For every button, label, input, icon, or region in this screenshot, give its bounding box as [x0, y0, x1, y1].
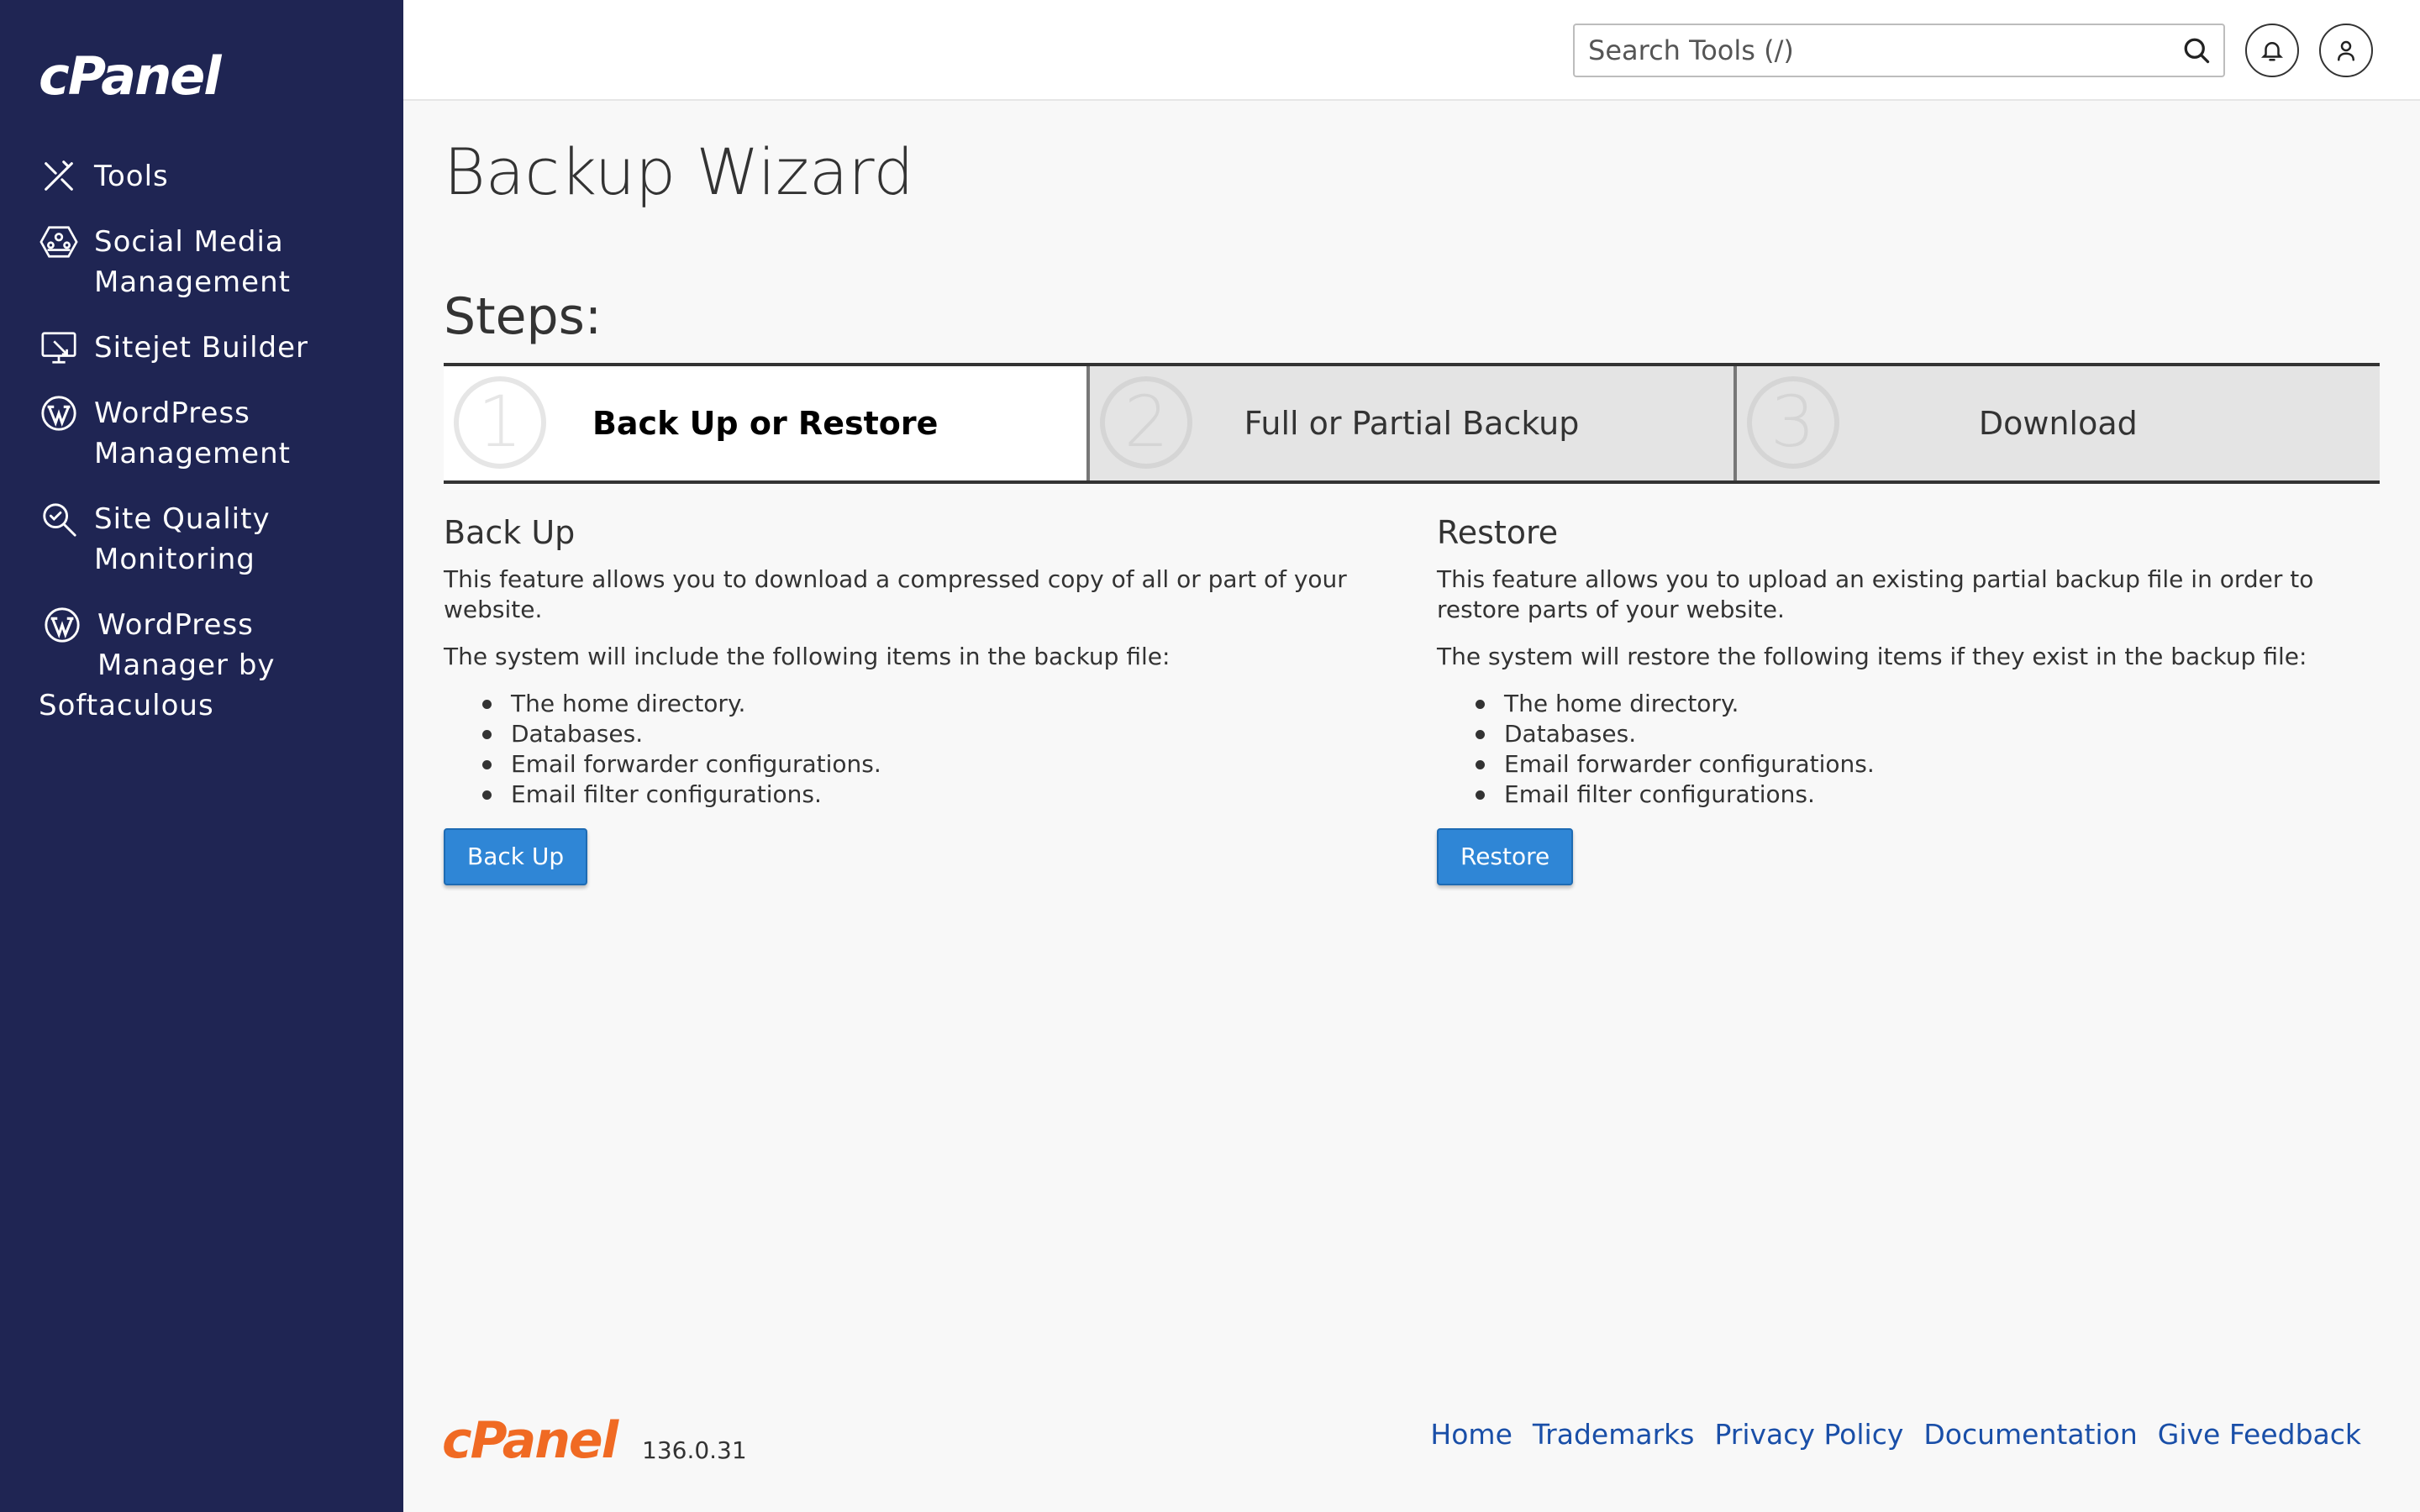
top-header	[403, 0, 2420, 101]
list-item: Email filter configurations.	[482, 780, 1418, 810]
backup-heading: Back Up	[444, 514, 576, 551]
wordpress-icon	[42, 605, 82, 645]
restore-description: This feature allows you to upload an exi…	[1437, 565, 2314, 623]
sidebar-item-label-line2: Management	[94, 265, 291, 299]
version-number: 136.0.31	[642, 1436, 747, 1464]
search-input[interactable]	[1575, 25, 2163, 76]
sidebar-item-label-line2: Management	[94, 437, 291, 470]
list-item: Email forwarder configurations.	[482, 749, 1418, 780]
footer-cpanel-logo[interactable]: cPanel	[442, 1411, 618, 1470]
user-icon	[2333, 38, 2359, 63]
social-media-icon	[39, 222, 79, 262]
sidebar-item-wordpress-management[interactable]: WordPress Management	[0, 393, 403, 474]
steps-heading: Steps:	[444, 287, 602, 346]
tools-icon	[39, 156, 79, 197]
step-label: Full or Partial Backup	[1244, 405, 1580, 442]
footer-link-home[interactable]: Home	[1430, 1418, 1512, 1451]
sidebar-item-wordpress-manager-softaculous[interactable]: WordPress Manager by Softaculous	[0, 605, 403, 726]
restore-list-intro: The system will restore the following it…	[1437, 643, 2307, 670]
footer-link-trademarks[interactable]: Trademarks	[1533, 1418, 1695, 1451]
site-quality-icon	[39, 499, 79, 539]
list-item: Databases.	[1476, 719, 2378, 749]
sidebar-item-label: Site Quality	[94, 502, 271, 536]
list-item: The home directory.	[1476, 689, 2378, 719]
sidebar: cPanel Tools Social Media Management Sit…	[0, 0, 403, 1512]
list-item: Email filter configurations.	[1476, 780, 2378, 810]
sidebar-item-label-line2: Monitoring	[94, 543, 255, 576]
sidebar-item-label: Sitejet Builder	[94, 331, 309, 365]
sidebar-item-label: Tools	[94, 160, 169, 193]
sidebar-item-site-quality-monitoring[interactable]: Site Quality Monitoring	[0, 499, 403, 580]
list-item: The home directory.	[482, 689, 1418, 719]
sidebar-item-label-line2: Manager by	[97, 648, 276, 682]
sidebar-item-tools[interactable]: Tools	[0, 156, 403, 197]
user-menu-button[interactable]	[2319, 24, 2373, 77]
footer-link-documentation[interactable]: Documentation	[1923, 1418, 2137, 1451]
wordpress-icon	[39, 393, 79, 433]
notifications-button[interactable]	[2245, 24, 2299, 77]
backup-items-list: The home directory. Databases. Email for…	[482, 689, 1418, 810]
back-up-button[interactable]: Back Up	[444, 828, 588, 885]
wizard-steps: 1 Back Up or Restore 2 Full or Partial B…	[444, 363, 2380, 484]
sidebar-item-social-media-management[interactable]: Social Media Management	[0, 222, 403, 302]
cpanel-logo[interactable]: cPanel	[39, 45, 222, 107]
backup-description: This feature allows you to download a co…	[444, 565, 1347, 623]
step-label: Back Up or Restore	[592, 405, 939, 442]
search-box[interactable]	[1573, 24, 2225, 77]
sidebar-item-label: WordPress	[94, 396, 250, 430]
restore-heading: Restore	[1437, 514, 1559, 551]
sidebar-item-label-line3: Softaculous	[39, 689, 214, 722]
sidebar-item-label: WordPress	[97, 608, 254, 642]
search-icon[interactable]	[2181, 35, 2212, 66]
sidebar-item-label: Social Media	[94, 225, 284, 259]
step-3: 3 Download	[1733, 366, 2380, 480]
restore-button[interactable]: Restore	[1437, 828, 1574, 885]
list-item: Databases.	[482, 719, 1418, 749]
restore-section: Restore This feature allows you to uploa…	[1437, 514, 2378, 885]
footer-link-give-feedback[interactable]: Give Feedback	[2158, 1418, 2361, 1451]
step-2: 2 Full or Partial Backup	[1086, 366, 1733, 480]
backup-section: Back Up This feature allows you to downl…	[444, 514, 1418, 885]
page-title: Backup Wizard	[444, 134, 914, 209]
sitejet-icon	[39, 328, 79, 368]
backup-list-intro: The system will include the following it…	[444, 643, 1171, 670]
restore-items-list: The home directory. Databases. Email for…	[1476, 689, 2378, 810]
sidebar-nav: Tools Social Media Management Sitejet Bu…	[0, 156, 403, 726]
footer-link-privacy-policy[interactable]: Privacy Policy	[1714, 1418, 1903, 1451]
step-1: 1 Back Up or Restore	[444, 366, 1087, 480]
step-label: Download	[1978, 405, 2138, 442]
list-item: Email forwarder configurations.	[1476, 749, 2378, 780]
footer-links: Home Trademarks Privacy Policy Documenta…	[1430, 1418, 2361, 1451]
sidebar-item-sitejet-builder[interactable]: Sitejet Builder	[0, 328, 403, 368]
bell-icon	[2260, 38, 2285, 63]
